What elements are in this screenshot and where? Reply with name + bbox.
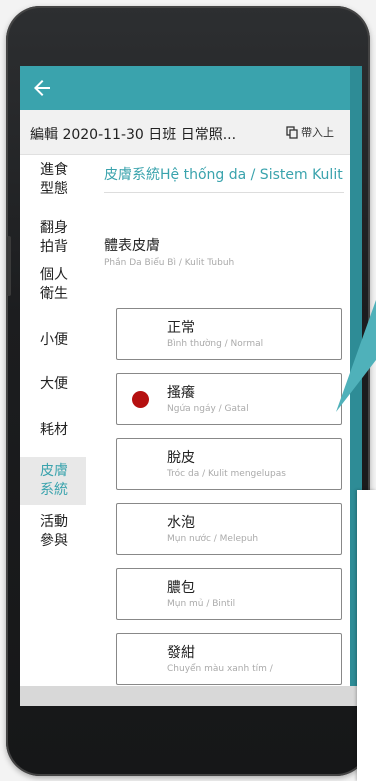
sidebar-item-label: 耗材 [40,422,68,438]
option-cyanosis[interactable]: 發紺 Chuyển màu xanh tím / [116,633,342,685]
field-title: 體表皮膚 [104,238,160,254]
page-title: 編輯 2020-11-30 日班 日常照... [30,127,237,143]
sidebar-item-label: 進食型態 [40,162,68,197]
bottom-edge [20,686,362,706]
import-previous-button[interactable]: 帶入上 [286,122,334,142]
option-sublabel: Tróc da / Kulit mengelupas [167,469,286,479]
option-blister[interactable]: 水泡 Mụn nước / Melepuh [116,503,342,555]
option-label: 發紺 [167,645,195,661]
selected-radio-icon [132,391,149,408]
back-arrow-icon[interactable] [30,76,54,100]
sidebar-item-label: 活動參與 [40,514,68,549]
copy-icon [286,125,298,139]
option-sublabel: Bình thường / Normal [167,339,264,349]
option-label: 膿包 [167,580,195,596]
section-title: 皮膚系統Hệ thống da / Sistem Kulit [104,167,344,193]
sidebar-item-label: 翻身拍背 [40,220,68,255]
sidebar-item-label: 大便 [40,376,68,392]
sidebar-item-label: 小便 [40,332,68,348]
sidebar-item-skin[interactable]: 皮膚系統 [20,457,86,505]
option-sublabel: Mụn nước / Melepuh [167,534,259,544]
zoom-callout-card [357,490,376,781]
app-bar [20,66,362,110]
category-sidebar: 進食型態 翻身拍背 個人衛生 小便 大便 耗材 皮膚系統 活動參與 [20,155,86,706]
option-normal[interactable]: 正常 Bình thường / Normal [116,308,342,360]
option-label: 脫皮 [167,450,195,466]
option-pustule[interactable]: 膿包 Mụn mủ / Bintil [116,568,342,620]
sidebar-item-label: 皮膚系統 [40,463,68,498]
option-sublabel: Ngứa ngáy / Gatal [167,404,249,414]
sidebar-item-supplies[interactable]: 耗材 [20,421,86,440]
option-sublabel: Chuyển màu xanh tím / [167,664,273,674]
form-content: 皮膚系統Hệ thống da / Sistem Kulit 體表皮膚 Phần… [86,155,350,706]
option-sublabel: Mụn mủ / Bintil [167,599,236,609]
sidebar-item-feeding[interactable]: 進食型態 [20,161,86,199]
title-bar: 編輯 2020-11-30 日班 日常照... 帶入上 [20,110,350,155]
callout-pointer [336,300,376,412]
sidebar-item-hygiene[interactable]: 個人衛生 [20,266,86,304]
option-itchy[interactable]: 搔癢 Ngứa ngáy / Gatal [116,373,342,425]
option-label: 水泡 [167,515,195,531]
sidebar-item-turning[interactable]: 翻身拍背 [20,219,86,257]
phone-side-button [7,236,11,296]
sidebar-item-label: 個人衛生 [40,267,68,302]
app-screen: 編輯 2020-11-30 日班 日常照... 帶入上 進食型態 翻身拍背 個人… [20,66,362,706]
field-subtitle: Phần Da Biểu Bì / Kulit Tubuh [104,258,235,268]
option-label: 正常 [167,320,195,336]
sidebar-item-urine[interactable]: 小便 [20,331,86,350]
sidebar-item-activity[interactable]: 活動參與 [20,513,86,551]
sidebar-item-stool[interactable]: 大便 [20,375,86,394]
option-peeling[interactable]: 脫皮 Tróc da / Kulit mengelupas [116,438,342,490]
option-label: 搔癢 [167,385,195,401]
import-label: 帶入上 [301,126,334,139]
